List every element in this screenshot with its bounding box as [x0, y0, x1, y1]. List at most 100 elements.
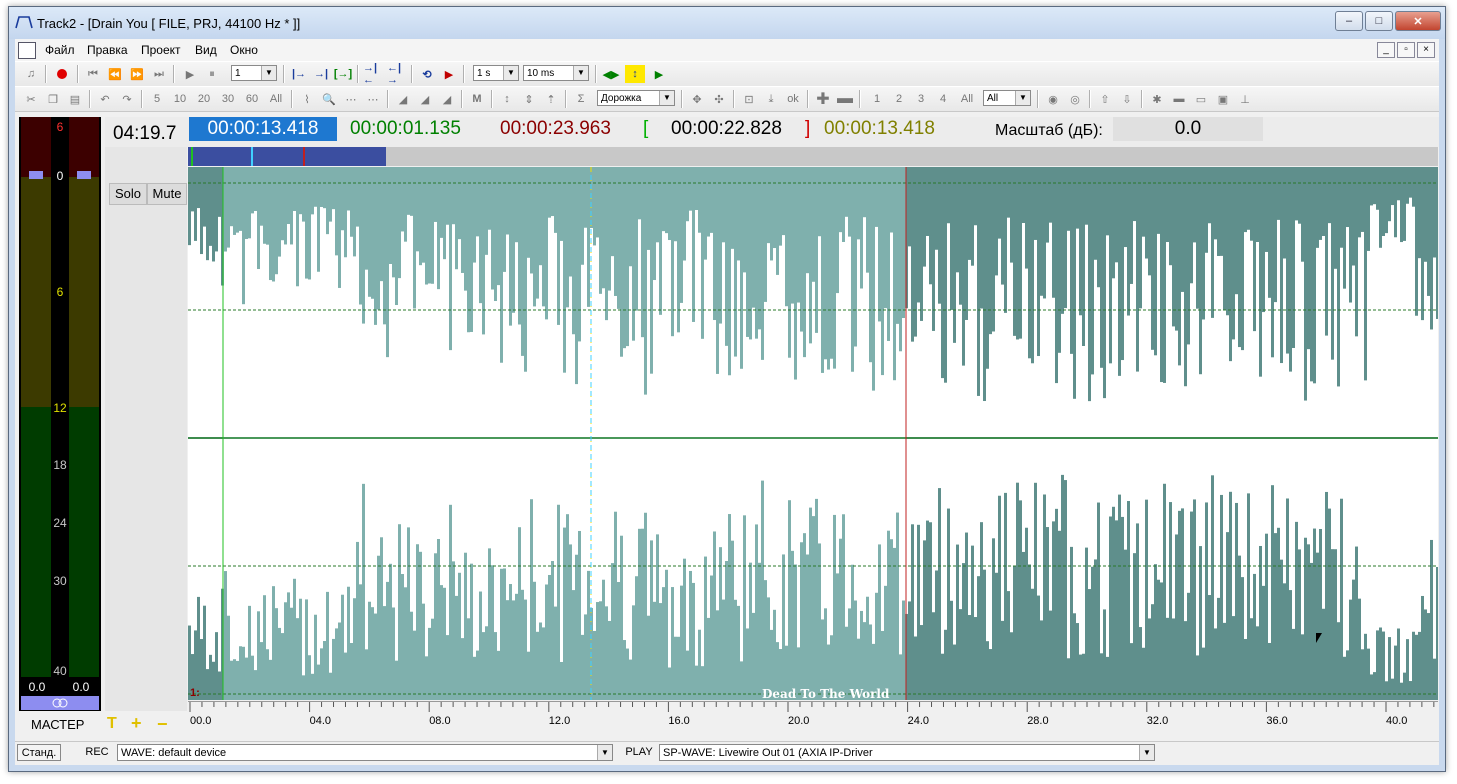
- menu-project[interactable]: Проект: [141, 43, 181, 57]
- mark-in-button[interactable]: |→: [289, 65, 309, 83]
- menu-view[interactable]: Вид: [195, 43, 217, 57]
- eye-icon[interactable]: ◉: [1043, 90, 1063, 108]
- track-count-select[interactable]: 1 ▼: [231, 65, 277, 81]
- step-select[interactable]: 1 s ▼: [473, 65, 519, 81]
- forward-button[interactable]: ⏩: [127, 65, 147, 83]
- meter-scale-0: 0: [57, 169, 64, 183]
- add-track-icon[interactable]: ✚: [813, 90, 833, 108]
- all-select[interactable]: All ▼: [983, 90, 1031, 106]
- document-icon[interactable]: [18, 42, 36, 59]
- waveform-canvas[interactable]: [188, 167, 1438, 700]
- zoom-all-button[interactable]: All: [265, 90, 287, 108]
- maximize-button[interactable]: □: [1365, 11, 1393, 31]
- zoom-60-button[interactable]: 60: [241, 90, 263, 108]
- menu-edit[interactable]: Правка: [87, 43, 128, 57]
- arrow-up-icon[interactable]: ⇧: [1095, 90, 1115, 108]
- clip-icon[interactable]: ⊡: [739, 90, 759, 108]
- redo-icon[interactable]: ↷: [117, 90, 137, 108]
- play-selection-button[interactable]: ▶: [439, 65, 459, 83]
- scale-label: Масштаб (дБ):: [995, 122, 1103, 139]
- track-all-button[interactable]: All: [955, 90, 979, 108]
- current-time[interactable]: 00:00:13.418: [189, 117, 337, 141]
- fit-icon[interactable]: ⇕: [519, 90, 539, 108]
- add-icon[interactable]: +: [131, 713, 147, 733]
- menu-window[interactable]: Окно: [230, 43, 258, 57]
- loop-button[interactable]: ⟲: [417, 65, 437, 83]
- close-button[interactable]: ✕: [1395, 11, 1441, 31]
- split-left-button[interactable]: →|←: [363, 62, 383, 86]
- minimize-button[interactable]: –: [1335, 11, 1363, 31]
- auto-play-button[interactable]: ▶: [649, 65, 669, 83]
- rec-device-select[interactable]: WAVE: default device ▼: [117, 744, 613, 761]
- go-start-button[interactable]: ⏮: [83, 65, 103, 83]
- layout-1-icon[interactable]: ▬: [1169, 90, 1189, 108]
- eye-off-icon[interactable]: ◎: [1065, 90, 1085, 108]
- envelope-2-icon[interactable]: ◢: [415, 90, 435, 108]
- track-2-button[interactable]: 2: [889, 90, 909, 108]
- sum-icon[interactable]: Σ: [571, 90, 591, 108]
- paste-icon[interactable]: ▤: [65, 90, 85, 108]
- plugin-icon[interactable]: ✱: [1147, 90, 1167, 108]
- zoom-20-button[interactable]: 20: [193, 90, 215, 108]
- select-range-button[interactable]: [→]: [333, 65, 353, 83]
- title-bar[interactable]: Track2 - [Drain You [ FILE, PRJ, 44100 H…: [9, 7, 1445, 39]
- remove-track-icon[interactable]: ▬: [835, 90, 855, 108]
- menu-bar: Файл Правка Проект Вид Окно _ ▫ ×: [15, 39, 1439, 61]
- monitor-icon[interactable]: ♫: [21, 65, 41, 83]
- go-end-button[interactable]: ⏭: [149, 65, 169, 83]
- envelope-3-icon[interactable]: ◢: [437, 90, 457, 108]
- download-icon[interactable]: ⤓: [761, 90, 781, 108]
- ruler-label: 28.0: [1027, 715, 1048, 727]
- undo-icon[interactable]: ↶: [95, 90, 115, 108]
- mode-button[interactable]: Станд.: [17, 744, 61, 761]
- track-4-button[interactable]: 4: [933, 90, 953, 108]
- height-icon[interactable]: ↕: [497, 90, 517, 108]
- mute-button[interactable]: Mute: [147, 183, 187, 205]
- collapse-icon[interactable]: ✣: [709, 90, 729, 108]
- solo-button[interactable]: Solo: [109, 183, 147, 205]
- play-device-value: SP-WAVE: Livewire Out 01 (AXIA IP-Driver: [663, 747, 873, 759]
- overview-bar[interactable]: [188, 147, 1438, 166]
- step-ms-select[interactable]: 10 ms ▼: [523, 65, 589, 81]
- layout-4-icon[interactable]: ⊥: [1235, 90, 1255, 108]
- snap-button[interactable]: ↕: [625, 65, 645, 83]
- pause-button[interactable]: ⏸: [203, 65, 221, 83]
- zoom-5-button[interactable]: 5: [147, 90, 167, 108]
- record-button[interactable]: [53, 65, 71, 83]
- track-3-button[interactable]: 3: [911, 90, 931, 108]
- menu-file[interactable]: Файл: [45, 43, 75, 57]
- play-device-select[interactable]: SP-WAVE: Livewire Out 01 (AXIA IP-Driver…: [659, 744, 1155, 761]
- zoom-30-button[interactable]: 30: [217, 90, 239, 108]
- line-tool-icon[interactable]: ⋯: [341, 90, 361, 108]
- expand-icon[interactable]: ✥: [687, 90, 707, 108]
- mdi-minimize-button[interactable]: _: [1377, 42, 1395, 58]
- layout-3-icon[interactable]: ▣: [1213, 90, 1233, 108]
- nudge-button[interactable]: ◀▶: [601, 65, 621, 83]
- rewind-button[interactable]: ⏪: [105, 65, 125, 83]
- fade-in-icon[interactable]: ⌇: [297, 90, 317, 108]
- mark-out-button[interactable]: →|: [311, 65, 331, 83]
- waveform-view[interactable]: 1: Dead To The World: [188, 167, 1438, 700]
- zoom-tool-icon[interactable]: 🔍: [319, 90, 339, 108]
- envelope-1-icon[interactable]: ◢: [393, 90, 413, 108]
- time-ruler[interactable]: 00.0 04.0 08.0 12.0 16.0 20.0 24.0 28.0 32.0 36.0…: [188, 701, 1438, 734]
- zoom-10-button[interactable]: 10: [169, 90, 191, 108]
- arrow-down-icon[interactable]: ⇩: [1117, 90, 1137, 108]
- text-tool-icon[interactable]: T: [107, 715, 123, 732]
- scale-value[interactable]: 0.0: [1113, 117, 1263, 141]
- mdi-restore-button[interactable]: ▫: [1397, 42, 1415, 58]
- track-1-button[interactable]: 1: [867, 90, 887, 108]
- split-right-button[interactable]: ←|→: [387, 62, 407, 86]
- remove-icon[interactable]: −: [157, 714, 173, 734]
- marker-m-icon[interactable]: M: [467, 90, 487, 108]
- mdi-close-button[interactable]: ×: [1417, 42, 1435, 58]
- range-open-bracket: [: [643, 118, 649, 139]
- layout-2-icon[interactable]: ▭: [1191, 90, 1211, 108]
- ok-icon[interactable]: ok: [783, 90, 803, 108]
- track-select[interactable]: Дорожка ▼: [597, 90, 675, 106]
- copy-icon[interactable]: ❐: [43, 90, 63, 108]
- play-button[interactable]: ▶: [181, 65, 199, 83]
- normalize-icon[interactable]: ⇡: [541, 90, 561, 108]
- cut-icon[interactable]: ✂: [21, 90, 41, 108]
- dots-tool-icon[interactable]: ⋯: [363, 90, 383, 108]
